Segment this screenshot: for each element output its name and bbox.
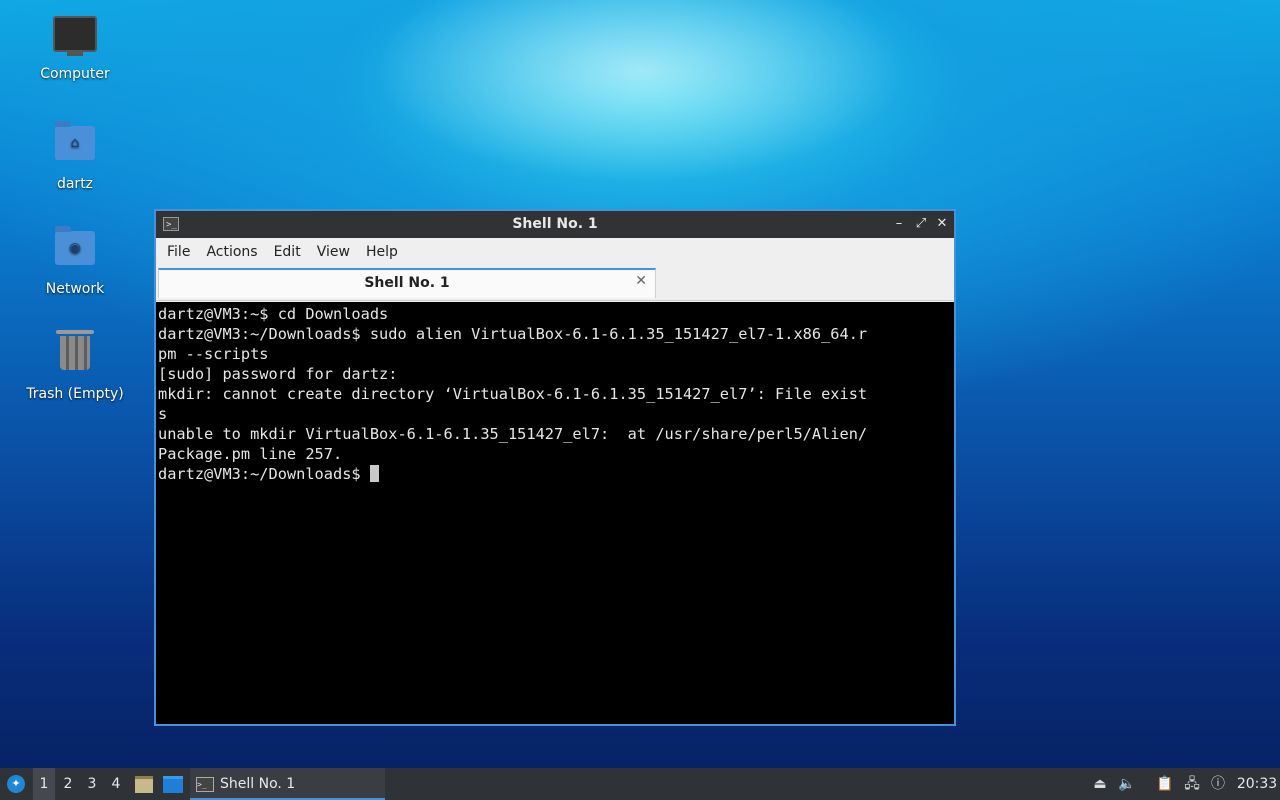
window-titlebar[interactable]: >_ Shell No. 1 – ⤢ ✕: [156, 211, 954, 238]
computer-icon: [53, 16, 97, 60]
app-menu-icon: ✦: [7, 775, 25, 793]
terminal-cursor: [369, 465, 379, 482]
trash-icon: [53, 330, 97, 380]
network-icon[interactable]: 🖧: [1180, 768, 1204, 800]
workspace-1[interactable]: 1: [33, 768, 55, 800]
menu-view[interactable]: View: [309, 238, 358, 266]
home-folder-icon: ⌂: [53, 121, 97, 170]
desktop-icon-label: Trash (Empty): [26, 386, 124, 402]
task-shell-1[interactable]: >_ Shell No. 1: [190, 768, 385, 800]
menu-file[interactable]: File: [159, 238, 198, 266]
show-desktop-button[interactable]: [162, 768, 184, 800]
menu-edit[interactable]: Edit: [266, 238, 309, 266]
tab-label: Shell No. 1: [364, 275, 450, 291]
minimize-button[interactable]: –: [890, 215, 908, 233]
menu-help[interactable]: Help: [358, 238, 406, 266]
desktop-icon: [163, 775, 183, 793]
taskbar: ✦ 1 2 3 4 >_ Shell No. 1 ⏏ 🔈 📋 🖧 ⓘ 20:33: [0, 768, 1280, 800]
terminal-icon: >_: [196, 776, 214, 792]
application-menu-button[interactable]: ✦: [4, 768, 28, 800]
terminal-line: pm --scripts: [158, 345, 269, 363]
terminal-output[interactable]: dartz@VM3:~$ cd Downloads dartz@VM3:~/Dow…: [156, 302, 954, 724]
terminal-prompt: dartz@VM3:~/Downloads$: [158, 465, 370, 483]
terminal-window[interactable]: >_ Shell No. 1 – ⤢ ✕ File Actions Edit V…: [154, 209, 956, 726]
volume-icon[interactable]: 🔈: [1115, 768, 1139, 800]
desktop-icon-label: Computer: [40, 66, 110, 82]
desktop-icon-label: Network: [45, 281, 105, 297]
menu-bar: File Actions Edit View Help: [156, 238, 954, 266]
clock[interactable]: 20:33: [1236, 768, 1278, 800]
desktop-icon-label: dartz: [56, 176, 94, 192]
window-title: Shell No. 1: [512, 216, 598, 232]
desktop-icon-trash[interactable]: Trash (Empty): [20, 330, 130, 402]
terminal-line: Package.pm line 257.: [158, 445, 343, 463]
close-button[interactable]: ✕: [933, 215, 951, 233]
terminal-line: mkdir: cannot create directory ‘VirtualB…: [158, 385, 868, 403]
terminal-line: s: [158, 405, 168, 423]
task-label: Shell No. 1: [220, 776, 296, 792]
desktop-icon-network[interactable]: ◉ Network: [20, 225, 130, 297]
terminal-line: dartz@VM3:~$ cd Downloads: [158, 305, 389, 323]
workspace-2[interactable]: 2: [57, 768, 79, 800]
clipboard-icon[interactable]: 📋: [1153, 768, 1177, 800]
workspace-3[interactable]: 3: [81, 768, 103, 800]
terminal-line: dartz@VM3:~/Downloads$ sudo alien Virtua…: [158, 325, 868, 343]
eject-icon[interactable]: ⏏: [1088, 768, 1112, 800]
tab-bar: Shell No. 1 ✕: [156, 266, 954, 301]
maximize-button[interactable]: ⤢: [912, 215, 930, 233]
terminal-line: [sudo] password for dartz:: [158, 365, 398, 383]
tab-close-icon[interactable]: ✕: [635, 273, 647, 289]
tab-shell-1[interactable]: Shell No. 1 ✕: [158, 268, 656, 298]
notification-icon[interactable]: ⓘ: [1206, 768, 1230, 800]
menu-actions[interactable]: Actions: [198, 238, 265, 266]
file-manager-launcher[interactable]: [133, 768, 155, 800]
desktop-icon-computer[interactable]: Computer: [20, 16, 130, 82]
workspace-4[interactable]: 4: [105, 768, 127, 800]
terminal-prompt-line: dartz@VM3:~/Downloads$: [158, 464, 952, 484]
desktop-icon-home[interactable]: ⌂ dartz: [20, 120, 130, 192]
terminal-line: unable to mkdir VirtualBox-6.1-6.1.35_15…: [158, 425, 868, 443]
network-folder-icon: ◉: [53, 226, 97, 275]
file-manager-icon: [135, 775, 153, 793]
